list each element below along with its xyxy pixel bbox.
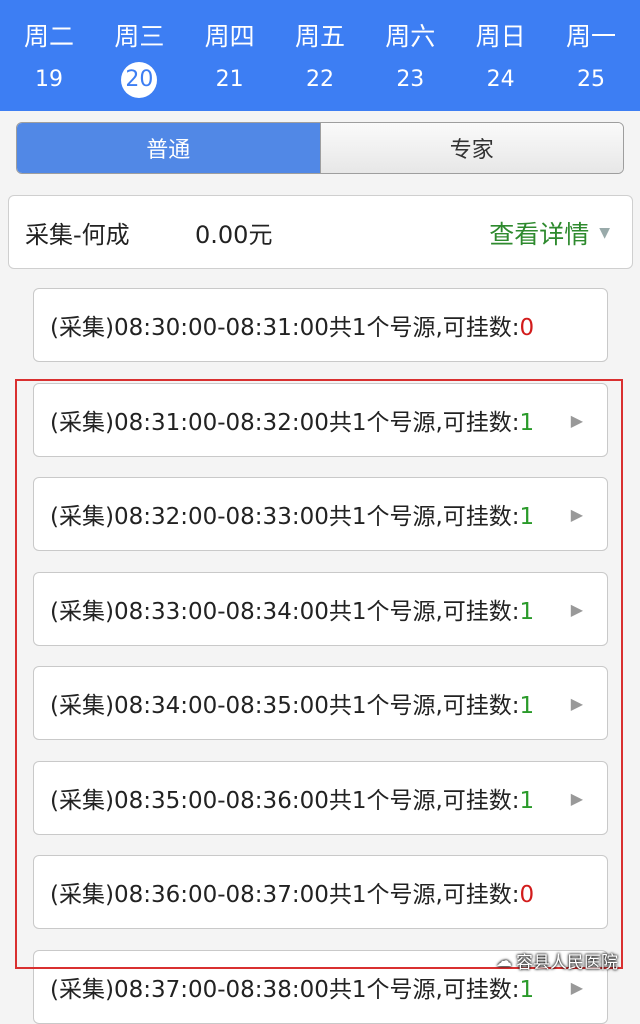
slot-label: (采集)08:37:00-08:38:00共1个号源,可挂数:1 <box>50 970 534 1004</box>
time-slot[interactable]: (采集)08:34:00-08:35:00共1个号源,可挂数:1 ▶ <box>33 666 608 740</box>
date-number: 21 <box>215 67 244 92</box>
weekday-label: 周四 <box>204 22 255 51</box>
slot-label: (采集)08:33:00-08:34:00共1个号源,可挂数:1 <box>50 592 534 626</box>
watermark: ☁ 容县人民医院 <box>496 948 618 973</box>
time-slot[interactable]: (采集)08:35:00-08:36:00共1个号源,可挂数:1 ▶ <box>33 761 608 835</box>
slot-label: (采集)08:36:00-08:37:00共1个号源,可挂数:0 <box>50 875 534 909</box>
slot-text: (采集)08:34:00-08:35:00共1个号源,可挂数: <box>50 693 520 719</box>
slot-text: (采集)08:33:00-08:34:00共1个号源,可挂数: <box>50 599 520 625</box>
slot-text: (采集)08:36:00-08:37:00共1个号源,可挂数: <box>50 882 520 908</box>
slot-label: (采集)08:31:00-08:32:00共1个号源,可挂数:1 <box>50 403 534 437</box>
day-fri[interactable]: 周五 22 <box>275 0 365 111</box>
slot-label: (采集)08:32:00-08:33:00共1个号源,可挂数:1 <box>50 497 534 531</box>
time-slot[interactable]: (采集)08:31:00-08:32:00共1个号源,可挂数:1 ▶ <box>33 383 608 457</box>
slot-text: (采集)08:31:00-08:32:00共1个号源,可挂数: <box>50 410 520 436</box>
doctor-type-tabs: 普通 专家 <box>16 122 624 174</box>
time-slot[interactable]: (采集)08:30:00-08:31:00共1个号源,可挂数:0 <box>33 288 608 362</box>
slot-text: (采集)08:35:00-08:36:00共1个号源,可挂数: <box>50 788 520 814</box>
date-number: 24 <box>486 67 515 92</box>
date-number: 19 <box>35 67 63 92</box>
weekday-label: 周五 <box>294 22 345 51</box>
date-selector: 周二 19 周三 20 周四 21 周五 22 周六 23 周日 24 周一 2… <box>0 0 640 111</box>
day-thu[interactable]: 周四 21 <box>185 0 275 111</box>
slot-count: 0 <box>519 882 535 908</box>
time-slot[interactable]: (采集)08:36:00-08:37:00共1个号源,可挂数:0 <box>33 855 608 929</box>
chevron-right-icon: ▶ <box>570 977 583 997</box>
weekday-label: 周日 <box>475 22 526 51</box>
date-number: 20 <box>121 62 158 98</box>
day-mon[interactable]: 周一 25 <box>546 0 636 111</box>
chevron-right-icon: ▶ <box>570 599 583 619</box>
doctor-fee: 0.00元 <box>195 220 273 249</box>
slot-text: (采集)08:32:00-08:33:00共1个号源,可挂数: <box>50 504 520 530</box>
chevron-down-icon: ▼ <box>599 225 610 241</box>
slot-count: 1 <box>519 788 535 814</box>
day-sun[interactable]: 周日 24 <box>456 0 546 111</box>
chevron-right-icon: ▶ <box>570 504 583 524</box>
day-sat[interactable]: 周六 23 <box>365 0 455 111</box>
slot-count: 1 <box>519 599 535 625</box>
day-tue[interactable]: 周二 19 <box>4 0 94 111</box>
view-details-label: 查看详情 <box>489 220 590 249</box>
weekday-label: 周二 <box>23 22 74 51</box>
weekday-label: 周三 <box>114 22 165 51</box>
slot-count: 1 <box>519 977 535 1003</box>
slot-label: (采集)08:34:00-08:35:00共1个号源,可挂数:1 <box>50 686 534 720</box>
slot-count: 1 <box>519 693 535 719</box>
doctor-card: 采集-何成 0.00元 查看详情 ▼ <box>8 195 633 269</box>
tab-expert[interactable]: 专家 <box>319 123 623 173</box>
slot-count: 1 <box>519 504 535 530</box>
time-slot[interactable]: (采集)08:32:00-08:33:00共1个号源,可挂数:1 ▶ <box>33 477 608 551</box>
date-number: 22 <box>305 67 334 92</box>
date-number: 23 <box>396 67 425 92</box>
slot-label: (采集)08:30:00-08:31:00共1个号源,可挂数:0 <box>50 308 534 342</box>
doctor-name: 采集-何成 <box>25 220 130 249</box>
slot-label: (采集)08:35:00-08:36:00共1个号源,可挂数:1 <box>50 781 534 815</box>
chevron-right-icon: ▶ <box>570 410 583 430</box>
day-wed-selected[interactable]: 周三 20 <box>94 0 184 111</box>
weekday-label: 周一 <box>565 22 616 51</box>
slot-text: (采集)08:30:00-08:31:00共1个号源,可挂数: <box>50 315 520 341</box>
tab-normal[interactable]: 普通 <box>17 123 320 173</box>
wechat-icon: ☁ <box>496 951 512 970</box>
view-details-button[interactable]: 查看详情 ▼ <box>489 196 610 270</box>
time-slot[interactable]: (采集)08:33:00-08:34:00共1个号源,可挂数:1 ▶ <box>33 572 608 646</box>
chevron-right-icon: ▶ <box>570 788 583 808</box>
slot-text: (采集)08:37:00-08:38:00共1个号源,可挂数: <box>50 977 520 1003</box>
weekday-label: 周六 <box>385 22 436 51</box>
slot-count: 1 <box>519 410 535 436</box>
slot-count: 0 <box>519 315 535 341</box>
watermark-text: 容县人民医院 <box>516 953 618 973</box>
chevron-right-icon: ▶ <box>570 693 583 713</box>
date-number: 25 <box>576 67 605 92</box>
